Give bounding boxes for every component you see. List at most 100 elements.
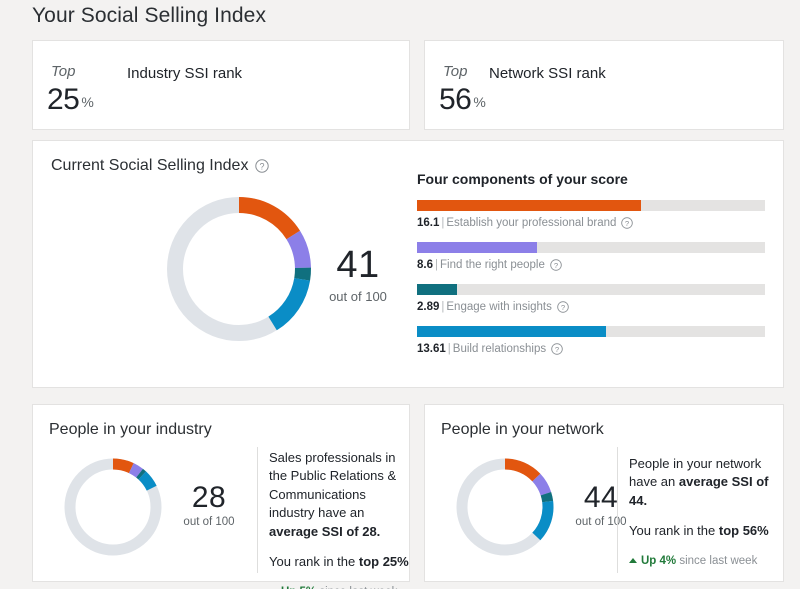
component-bar-fill (417, 242, 537, 254)
component-row: 16.1 | Establish your professional brand? (417, 200, 765, 229)
component-row: 2.89 | Engage with insights? (417, 284, 765, 313)
component-separator: | (435, 259, 438, 272)
component-separator: | (447, 343, 451, 356)
component-bar-fill (417, 326, 607, 338)
donut-segment (268, 277, 311, 331)
industry-donut-svg (64, 458, 162, 556)
divider (617, 447, 618, 573)
components-title: Four components of your score (417, 171, 628, 187)
industry-average-line: Sales professionals in the Public Relati… (269, 449, 409, 541)
component-separator: | (441, 301, 445, 314)
donut-segment (136, 468, 146, 480)
rank-label: Network SSI rank (489, 65, 606, 82)
component-bar-track (417, 326, 765, 338)
industry-score-block: 28 out of 100 (169, 481, 249, 529)
component-label-text: Engage with insights (446, 301, 552, 314)
component-label: 16.1 | Establish your professional brand? (417, 217, 765, 229)
component-label: 8.6 | Find the right people? (417, 259, 765, 271)
components-list: 16.1 | Establish your professional brand? 8… (417, 200, 765, 355)
current-ssi-title: Current Social Selling Index? (51, 157, 270, 175)
component-bar-track (417, 284, 765, 296)
industry-rank-bold: top 25% (358, 554, 409, 570)
industry-rank-prefix: You rank in the (269, 554, 359, 570)
network-trend-suffix: since last week (676, 554, 758, 567)
component-label: 2.89 | Engage with insights? (417, 301, 765, 313)
rank-top-word: Top (51, 63, 76, 80)
network-trend: Up 4% since last week (629, 553, 785, 569)
score-components-panel: Four components of your score 16.1 | Estab… (417, 171, 765, 368)
network-donut-chart (451, 453, 559, 566)
donut-segment (128, 463, 143, 478)
component-label-text: Build relationships (452, 343, 547, 356)
donut-segments (238, 197, 311, 331)
donut-segment (540, 492, 554, 503)
network-rank-bold: top 56% (718, 523, 769, 539)
ssi-dashboard: Your Social Selling Index Top 25% Indust… (0, 0, 800, 589)
industry-description: Sales professionals in the Public Relati… (269, 449, 409, 589)
ssi-score-value: 41 (336, 244, 380, 286)
industry-average-bold: average SSI of 28. (269, 523, 381, 539)
ssi-donut-chart (159, 189, 319, 354)
donut-segment (286, 230, 311, 269)
rank-value: 25% (47, 83, 94, 117)
network-donut-svg (456, 458, 554, 556)
component-bar-fill (417, 200, 642, 211)
svg-text:?: ? (625, 219, 629, 228)
donut-segments (504, 458, 554, 541)
network-description: People in your network have an average S… (629, 455, 785, 569)
triangle-up-icon (629, 557, 637, 563)
divider (257, 447, 258, 573)
industry-ssi-rank-card: Top 25% Industry SSI rank (32, 40, 410, 130)
donut-segment (238, 197, 301, 240)
ssi-donut-svg (167, 197, 311, 341)
question-circle-icon[interactable]: ? (550, 259, 562, 271)
donut-segment (112, 458, 134, 474)
component-value: 8.6 (417, 259, 433, 272)
component-row: 13.61 | Build relationships? (417, 326, 765, 355)
component-value: 2.89 (417, 301, 440, 314)
svg-text:?: ? (555, 345, 559, 354)
people-in-your-network-card: People in your network 44 out of 100 Peo… (424, 404, 784, 582)
rank-number: 56 (439, 83, 472, 116)
question-circle-icon[interactable]: ? (621, 217, 634, 229)
component-label-text: Find the right people (440, 259, 545, 272)
industry-score-value: 28 (191, 481, 227, 514)
rank-value: 56% (439, 83, 486, 117)
industry-average-prefix: Sales professionals in the Public Relati… (269, 450, 397, 521)
rank-percent-sign: % (81, 94, 94, 110)
industry-rank-line: You rank in the top 25% (269, 553, 409, 571)
question-circle-icon[interactable]: ? (551, 343, 563, 355)
rank-top-word: Top (443, 63, 468, 80)
component-separator: | (441, 217, 445, 230)
network-rank-prefix: You rank in the (629, 523, 719, 539)
component-value: 13.61 (417, 343, 446, 356)
donut-segment (138, 471, 157, 491)
rank-label: Industry SSI rank (127, 65, 243, 82)
industry-trend: Up 5% since last week (269, 584, 409, 589)
question-circle-icon[interactable]: ? (255, 159, 270, 173)
svg-text:?: ? (260, 161, 265, 171)
ssi-score-block: 41 out of 100 (303, 246, 413, 304)
current-ssi-title-text: Current Social Selling Index (51, 157, 249, 174)
donut-segment (504, 458, 541, 482)
svg-text:?: ? (561, 303, 565, 312)
component-value: 16.1 (417, 217, 440, 230)
component-label: 13.61 | Build relationships? (417, 343, 765, 355)
industry-donut-chart (59, 453, 167, 566)
donut-segments (112, 458, 157, 491)
rank-percent-sign: % (473, 94, 486, 110)
people-industry-title: People in your industry (49, 421, 212, 438)
current-ssi-card: Current Social Selling Index? 41 out of … (32, 140, 784, 388)
component-bar-fill (417, 284, 458, 296)
question-circle-icon[interactable]: ? (557, 301, 569, 313)
network-trend-value: Up 4% (641, 554, 677, 567)
rank-number: 25 (47, 83, 80, 116)
donut-segment (532, 473, 552, 496)
component-row: 8.6 | Find the right people? (417, 242, 765, 271)
people-in-your-industry-card: People in your industry 28 out of 100 Sa… (32, 404, 410, 589)
network-average-line: People in your network have an average S… (629, 455, 785, 510)
network-ssi-rank-card: Top 56% Network SSI rank (424, 40, 784, 130)
component-label-text: Establish your professional brand (446, 217, 617, 230)
svg-text:?: ? (554, 261, 558, 270)
industry-score-outof: out of 100 (183, 516, 235, 528)
